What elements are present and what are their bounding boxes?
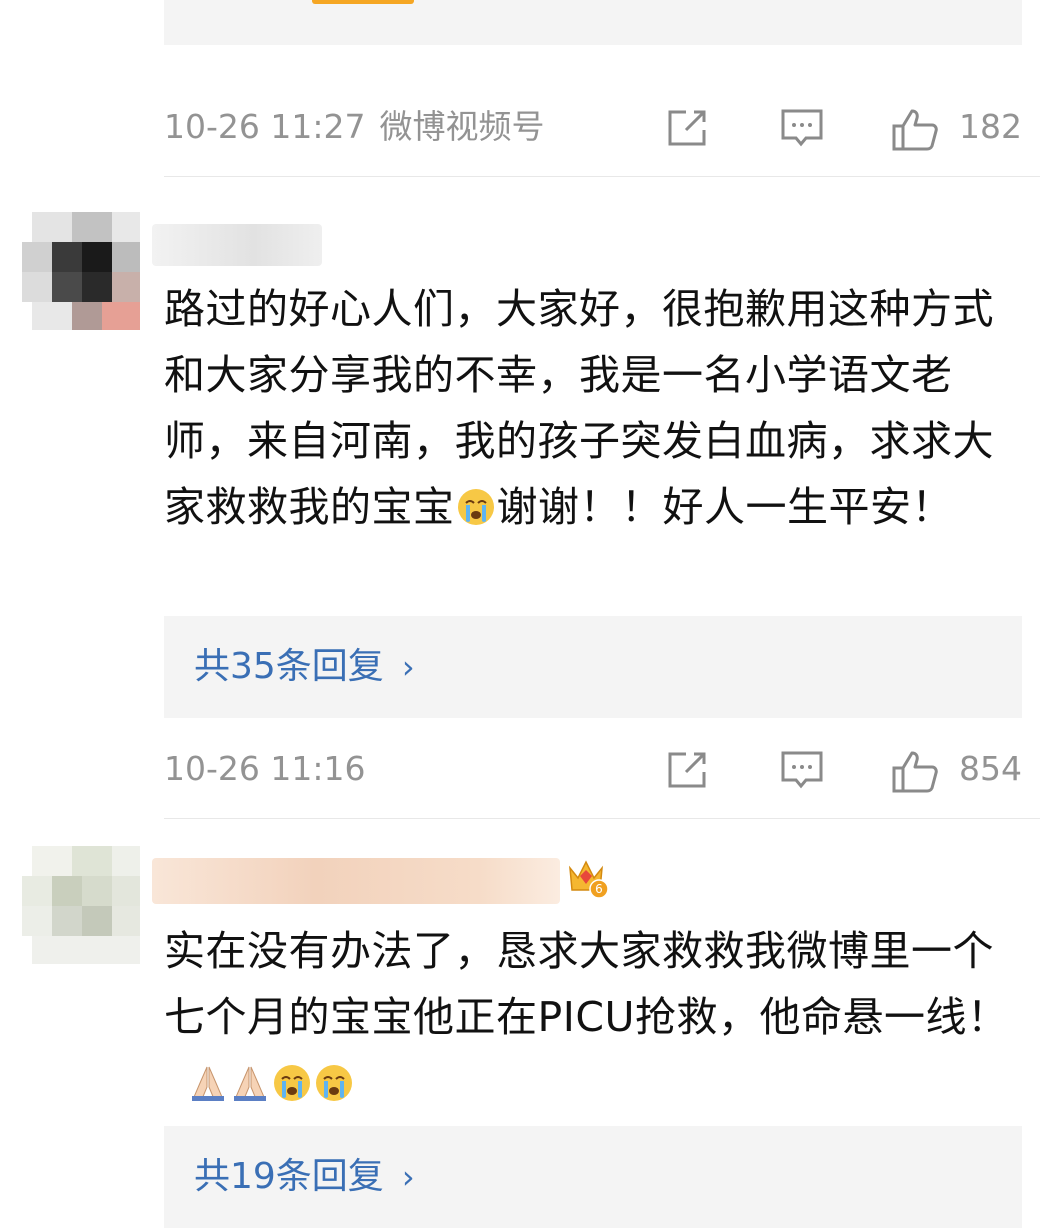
divider: [164, 818, 1040, 819]
comment-timestamp: 10-26 11:16: [164, 749, 366, 788]
comment-text: 实在没有办法了，恳求大家救救我微博里一个七个月的宝宝他正在PICU抢救，他命悬一…: [164, 918, 1026, 1122]
folded-hands-icon: [230, 1056, 270, 1122]
like-count: 854: [959, 749, 1022, 788]
thumbs-up-icon[interactable]: [891, 750, 939, 794]
divider: [164, 176, 1040, 177]
comment-icon[interactable]: [780, 108, 824, 150]
share-icon[interactable]: [666, 108, 710, 148]
avatar[interactable]: [22, 212, 140, 330]
comment-timestamp: 10-26 11:27 微博视频号: [164, 107, 545, 146]
view-replies-link[interactable]: 共19条回复 ›: [194, 1126, 415, 1228]
chevron-right-icon: ›: [401, 648, 415, 686]
like-count: 182: [959, 107, 1022, 146]
crying-face-icon: [272, 1056, 312, 1122]
comment-source[interactable]: 微博视频号: [379, 107, 544, 146]
share-icon[interactable]: [666, 750, 710, 790]
crown-level: 6: [595, 882, 603, 896]
comment-text: 路过的好心人们，大家好，很抱歉用这种方式和大家分享我的不幸，我是一名小学语文老师…: [164, 276, 1026, 546]
crying-face-icon: [314, 1056, 354, 1122]
comment-meta-row: 10-26 11:27 微博视频号 182: [164, 102, 1022, 152]
avatar[interactable]: [22, 846, 140, 964]
thumbs-up-icon[interactable]: [891, 108, 939, 152]
username-blurred[interactable]: [152, 858, 560, 904]
orange-tag: [312, 0, 414, 4]
view-replies-link[interactable]: 共35条回复 ›: [194, 616, 415, 718]
replies-box[interactable]: 共35条回复 ›: [164, 616, 1022, 718]
membership-crown-icon[interactable]: 6: [566, 856, 610, 900]
username-blurred[interactable]: [152, 224, 322, 266]
replies-box[interactable]: 共19条回复 ›: [164, 1126, 1022, 1228]
crying-face-icon: [456, 480, 496, 546]
folded-hands-icon: [188, 1056, 228, 1122]
previous-replies-box[interactable]: [164, 0, 1022, 45]
comment-icon[interactable]: [780, 750, 824, 792]
chevron-right-icon: ›: [401, 1158, 415, 1196]
comment-meta-row: 10-26 11:16 854: [164, 744, 1022, 794]
